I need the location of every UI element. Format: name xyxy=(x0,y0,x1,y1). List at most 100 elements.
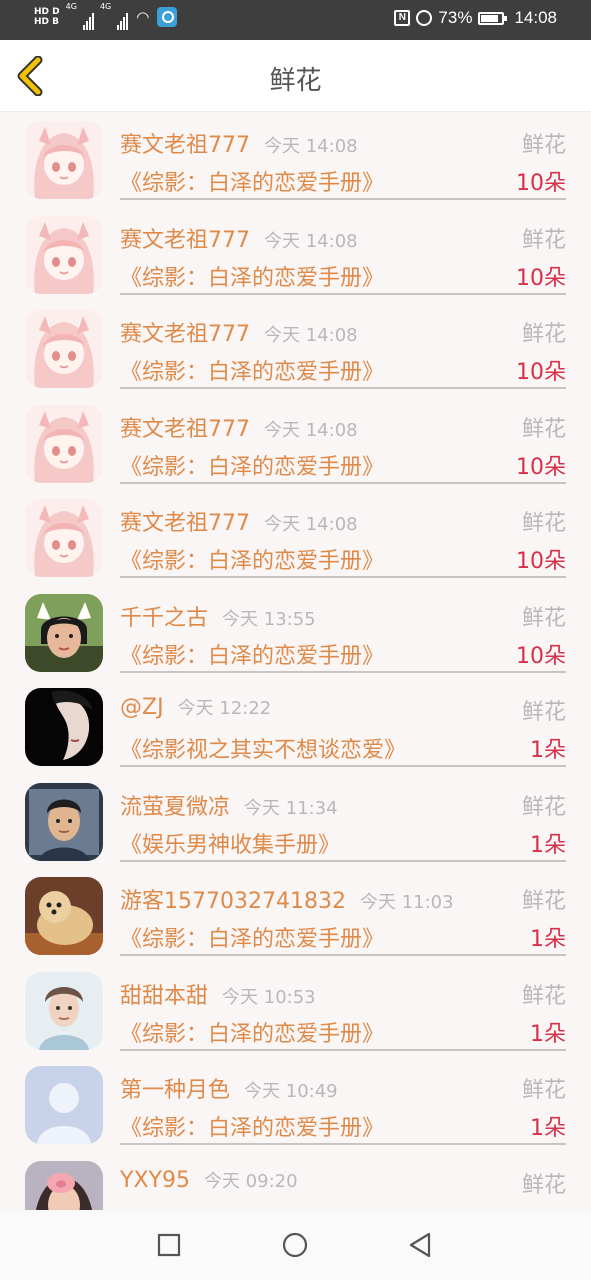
timestamp: 今天 10:49 xyxy=(244,1081,338,1102)
app-header: 鲜花 xyxy=(0,40,591,112)
avatar[interactable] xyxy=(25,971,103,1050)
gift-amount: 1朵 xyxy=(530,1021,566,1047)
timestamp: 今天 14:08 xyxy=(264,136,358,157)
user-name[interactable]: 赛文老祖777 xyxy=(120,511,250,536)
gift-record-list[interactable]: 赛文老祖777 今天 14:08 鲜花 《综影：白泽的恋爱手册》 10朵 赛文老祖777 今… xyxy=(0,113,591,1210)
gift-amount: 1朵 xyxy=(530,738,566,763)
avatar[interactable] xyxy=(25,499,103,577)
list-item[interactable]: @ZJ 今天 12:22 鲜花《综影视之其实不想谈恋爱》 1朵 xyxy=(0,680,591,775)
avatar[interactable] xyxy=(25,688,103,766)
status-right: N 73% 14:08 xyxy=(394,8,557,28)
list-item[interactable]: 赛文老祖777 今天 14:08 鲜花 《综影：白泽的恋爱手册》 10朵 xyxy=(0,302,591,397)
book-title-link[interactable]: 《综影：白泽的恋爱手册》 xyxy=(120,165,384,197)
user-name-line: 千千之古 今天 13:55 xyxy=(120,600,316,632)
circle-icon xyxy=(282,1232,308,1258)
gift-amount: 1朵 xyxy=(530,927,566,952)
avatar[interactable] xyxy=(25,782,103,861)
gift-type: 鲜花 xyxy=(521,511,566,536)
user-name[interactable]: YXY95 xyxy=(120,1168,190,1193)
gift-type: 鲜花 xyxy=(521,700,566,725)
list-item-info: 赛文老祖777 今天 14:08 鲜花 《综影：白泽的恋爱手册》 10朵 xyxy=(120,314,566,389)
list-item-info: 赛文老祖777 今天 14:08 鲜花《综影：白泽的恋爱手册》 10朵 xyxy=(120,503,566,578)
book-title-link[interactable]: 《娱乐男神收集手册》 xyxy=(120,827,340,859)
book-title-link[interactable]: 《综影视之其实不想谈恋爱》 xyxy=(120,732,406,764)
signal-icon-2 xyxy=(117,12,129,30)
gift-amount: 1朵 xyxy=(530,1116,566,1141)
network-type-2: 4G xyxy=(99,2,112,11)
list-item[interactable]: 第一种月色 今天 10:49 鲜花 《综影：白泽的恋爱手册》 1朵 xyxy=(0,1058,591,1153)
user-name[interactable]: 赛文老祖777 xyxy=(120,417,250,442)
avatar[interactable] xyxy=(25,215,103,294)
timestamp: 今天 13:55 xyxy=(222,608,316,630)
list-item-info: 赛文老祖777 今天 14:08 鲜花 《综影：白泽的恋爱手册》 10朵 xyxy=(120,125,566,200)
avatar[interactable] xyxy=(25,593,103,672)
gift-type: 鲜花 xyxy=(521,794,566,820)
timestamp: 今天 14:08 xyxy=(264,230,358,252)
list-item-info: 第一种月色 今天 10:49 鲜花 《综影：白泽的恋爱手册》 1朵 xyxy=(120,1070,566,1145)
user-name-line: YXY95 今天 09:20 xyxy=(120,1167,298,1193)
user-name[interactable]: 赛文老祖777 xyxy=(120,228,250,253)
list-item[interactable]: 赛文老祖777 今天 14:08 鲜花 《综影：白泽的恋爱手册》 10朵 xyxy=(0,397,591,492)
avatar[interactable] xyxy=(25,1160,103,1210)
timestamp: 今天 12:22 xyxy=(177,698,272,719)
user-name[interactable]: 游客1577032741832 xyxy=(120,889,346,914)
gift-amount: 1朵 xyxy=(530,832,566,858)
avatar[interactable] xyxy=(25,877,103,955)
list-item-info: YXY95今天 09:20鲜花《综影：白泽的恋爱手册》1朵 xyxy=(120,1165,566,1211)
user-name[interactable]: 第一种月色 xyxy=(120,1078,230,1103)
user-name[interactable]: 赛文老祖777 xyxy=(120,133,250,158)
timestamp: 今天 11:34 xyxy=(244,797,338,819)
book-title-link[interactable]: 《综影：白泽的恋爱手册》 xyxy=(120,921,384,953)
recent-apps-button[interactable] xyxy=(154,1230,184,1260)
book-title-link[interactable]: 《综影：白泽的恋爱手册》 xyxy=(120,1110,384,1142)
avatar[interactable] xyxy=(25,1066,103,1144)
book-title-link[interactable]: 《综影：白泽的恋爱手册》 xyxy=(120,543,384,575)
avatar[interactable] xyxy=(25,121,103,199)
clock: 14:08 xyxy=(514,8,557,27)
user-name-line: 赛文老祖777 今天 14:08 xyxy=(120,316,358,348)
timestamp: 今天 11:03 xyxy=(359,892,454,913)
list-item[interactable]: 流萤夏微凉 今天 11:34 鲜花《娱乐男神收集手册》 1朵 xyxy=(0,775,591,870)
home-button[interactable] xyxy=(280,1230,310,1260)
avatar[interactable] xyxy=(25,404,103,483)
user-name[interactable]: 流萤夏微凉 xyxy=(120,795,230,820)
user-name[interactable]: @ZJ xyxy=(120,695,164,720)
book-title-link[interactable]: 《综影：白泽的恋爱手册》 xyxy=(120,354,384,386)
gift-amount: 10朵 xyxy=(516,643,566,669)
user-name-line: 赛文老祖777 今天 14:08 xyxy=(120,505,358,537)
system-nav-bar xyxy=(0,1210,591,1280)
list-item[interactable]: 千千之古 今天 13:55 鲜花 《综影：白泽的恋爱手册》 10朵 xyxy=(0,586,591,681)
hd-bottom-sub: B xyxy=(52,17,60,27)
gift-type: 鲜花 xyxy=(521,889,566,914)
list-item[interactable]: 甜甜本甜 今天 10:53 鲜花 《综影：白泽的恋爱手册》 1朵 xyxy=(0,964,591,1059)
gift-amount: 10朵 xyxy=(516,549,566,574)
user-name[interactable]: 甜甜本甜 xyxy=(120,984,208,1009)
back-nav-button[interactable] xyxy=(406,1230,436,1260)
status-bar: HD D HD B 4G 4G ◠ N 73% 14:08 xyxy=(0,0,591,40)
gift-amount: 10朵 xyxy=(516,265,566,291)
user-name[interactable]: 赛文老祖777 xyxy=(120,322,250,347)
book-title-link[interactable]: 《综影：白泽的恋爱手册》 xyxy=(120,638,384,670)
list-item[interactable]: 赛文老祖777 今天 14:08 鲜花《综影：白泽的恋爱手册》 10朵 xyxy=(0,491,591,586)
list-item[interactable]: YXY95今天 09:20鲜花《综影：白泽的恋爱手册》1朵 xyxy=(0,1153,591,1211)
user-name[interactable]: 千千之古 xyxy=(120,606,208,631)
list-item-info: 千千之古 今天 13:55 鲜花 《综影：白泽的恋爱手册》 10朵 xyxy=(120,598,566,673)
book-title-link[interactable]: 《综影：白泽的恋爱手册》 xyxy=(120,449,384,481)
user-name-line: 流萤夏微凉 今天 11:34 xyxy=(120,789,338,821)
book-title-link[interactable]: 《综影：白泽的恋爱手册》 xyxy=(120,260,384,292)
avatar[interactable] xyxy=(25,310,103,388)
list-item-info: 赛文老祖777 今天 14:08 鲜花 《综影：白泽的恋爱手册》 10朵 xyxy=(120,409,566,484)
list-item[interactable]: 游客1577032741832 今天 11:03 鲜花《综影：白泽的恋爱手册》 1朵 xyxy=(0,869,591,964)
status-left: HD D HD B 4G 4G ◠ xyxy=(34,2,178,30)
list-item[interactable]: 赛文老祖777 今天 14:08 鲜花 《综影：白泽的恋爱手册》 10朵 xyxy=(0,113,591,208)
wifi-icon: ◠ xyxy=(136,8,150,26)
user-name-line: 赛文老祖777 今天 14:08 xyxy=(120,222,358,254)
battery-fill xyxy=(481,14,498,22)
list-item[interactable]: 赛文老祖777 今天 14:08 鲜花 《综影：白泽的恋爱手册》 10朵 xyxy=(0,208,591,303)
book-title-link[interactable]: 《综影：白泽的恋爱手册》 xyxy=(120,1016,384,1048)
hd-bottom: HD xyxy=(34,17,50,27)
battery-icon xyxy=(478,11,508,25)
list-item-info: 流萤夏微凉 今天 11:34 鲜花《娱乐男神收集手册》 1朵 xyxy=(120,787,566,862)
timestamp: 今天 14:08 xyxy=(264,325,358,346)
alarm-icon xyxy=(416,10,433,26)
